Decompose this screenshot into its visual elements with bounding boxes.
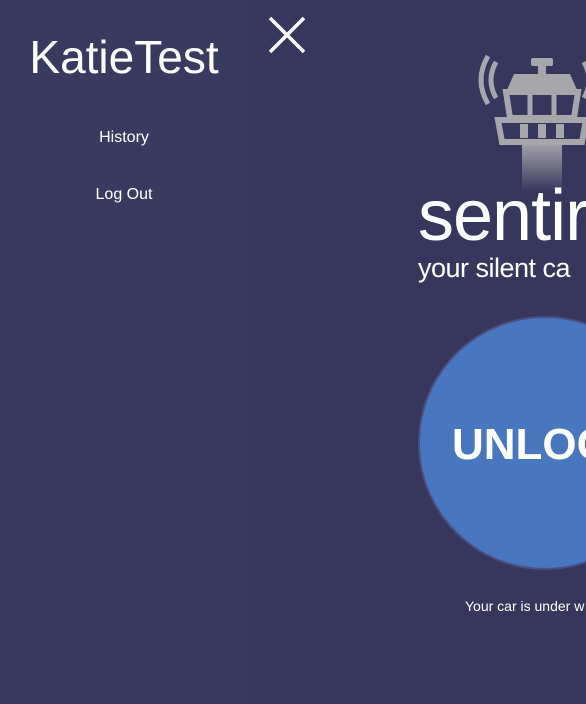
close-icon[interactable] — [266, 14, 308, 56]
unlock-button[interactable]: UNLOC — [418, 316, 586, 570]
sidebar-item-log-out[interactable]: Log Out — [0, 185, 248, 205]
sidebar: KatieTest History Log Out — [0, 0, 248, 704]
brand-name: sentir — [418, 176, 586, 256]
sidebar-item-history[interactable]: History — [0, 128, 248, 148]
app-window: sentir your silent ca UNLOC Your car is … — [0, 0, 586, 704]
user-name: KatieTest — [29, 31, 219, 83]
car-status-text: Your car is under w — [465, 598, 585, 614]
unlock-button-label: UNLOC — [452, 420, 586, 469]
tagline: your silent ca — [418, 253, 571, 283]
